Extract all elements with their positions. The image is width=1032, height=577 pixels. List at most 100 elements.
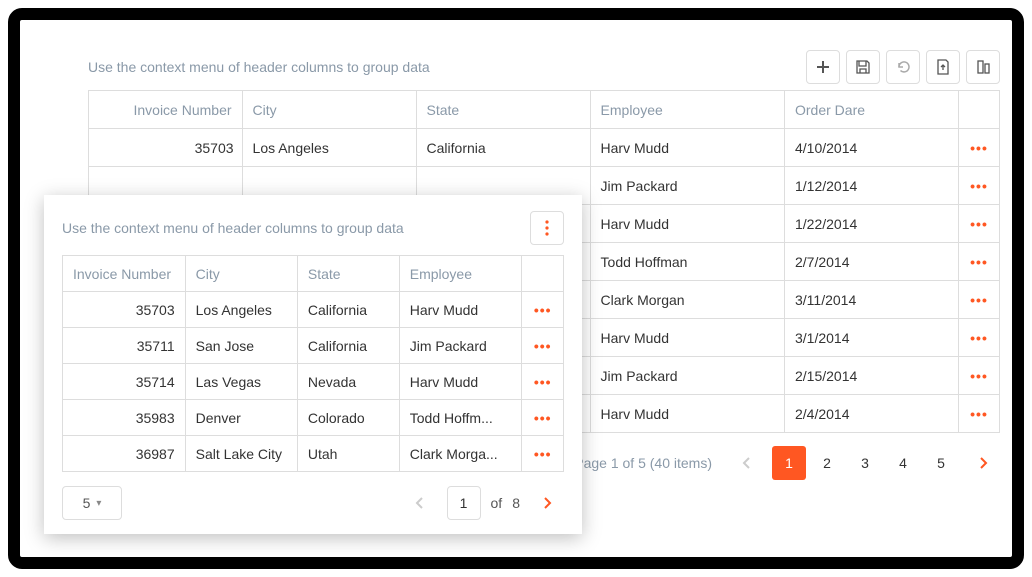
cell-invoice: 35983: [63, 400, 186, 436]
back-toolbar: [806, 50, 1000, 84]
cell-date: 2/15/2014: [785, 357, 959, 395]
cell-invoice: 36987: [63, 436, 186, 472]
cell-city: Salt Lake City: [185, 436, 297, 472]
front-col-state[interactable]: State: [297, 256, 399, 292]
pager-page-3[interactable]: 3: [848, 446, 882, 480]
front-instruction-text: Use the context menu of header columns t…: [62, 220, 522, 236]
row-actions-button[interactable]: •••: [959, 395, 1000, 433]
kebab-icon: [545, 220, 549, 236]
cell-city: Las Vegas: [185, 364, 297, 400]
row-actions-button[interactable]: •••: [959, 357, 1000, 395]
front-pager-total: 8: [512, 495, 520, 511]
back-col-employee[interactable]: Employee: [590, 91, 784, 129]
cell-date: 2/7/2014: [785, 243, 959, 281]
column-chooser-button[interactable]: [966, 50, 1000, 84]
cell-invoice: 35703: [89, 129, 243, 167]
cell-employee: Jim Packard: [590, 167, 784, 205]
back-col-actions: [959, 91, 1000, 129]
cell-employee: Harv Mudd: [590, 129, 784, 167]
cell-city: Los Angeles: [242, 129, 416, 167]
cell-city: San Jose: [185, 328, 297, 364]
back-col-invoice[interactable]: Invoice Number: [89, 91, 243, 129]
cell-date: 4/10/2014: [785, 129, 959, 167]
column-chooser-icon: [975, 59, 991, 75]
cell-date: 1/12/2014: [785, 167, 959, 205]
row-actions-button[interactable]: •••: [959, 319, 1000, 357]
caret-down-icon: ▾: [96, 498, 101, 509]
row-actions-button[interactable]: •••: [959, 129, 1000, 167]
pager-page-5[interactable]: 5: [924, 446, 958, 480]
row-actions-button[interactable]: •••: [522, 364, 564, 400]
pager-page-1[interactable]: 1: [772, 446, 806, 480]
table-row[interactable]: 35711San JoseCaliforniaJim Packard•••: [63, 328, 564, 364]
cell-employee: Todd Hoffm...: [399, 400, 522, 436]
front-pager-prev[interactable]: [403, 486, 437, 520]
front-col-employee[interactable]: Employee: [399, 256, 522, 292]
cell-employee: Jim Packard: [399, 328, 522, 364]
row-actions-button[interactable]: •••: [959, 243, 1000, 281]
front-grid: Use the context menu of header columns t…: [44, 195, 582, 534]
cell-invoice: 35703: [63, 292, 186, 328]
back-col-date[interactable]: Order Dare: [785, 91, 959, 129]
overflow-menu-button[interactable]: [530, 211, 564, 245]
cell-state: California: [297, 328, 399, 364]
front-col-city[interactable]: City: [185, 256, 297, 292]
table-row[interactable]: 35714Las VegasNevadaHarv Mudd•••: [63, 364, 564, 400]
cell-state: California: [297, 292, 399, 328]
row-actions-button[interactable]: •••: [959, 205, 1000, 243]
cell-date: 3/1/2014: [785, 319, 959, 357]
front-page-input[interactable]: 1: [447, 486, 481, 520]
table-row[interactable]: 36987Salt Lake CityUtahClark Morga...•••: [63, 436, 564, 472]
cell-employee: Harv Mudd: [590, 205, 784, 243]
row-actions-button[interactable]: •••: [959, 281, 1000, 319]
cell-state: Colorado: [297, 400, 399, 436]
cell-employee: Harv Mudd: [399, 292, 522, 328]
front-pager-next[interactable]: [530, 486, 564, 520]
table-row[interactable]: 35703Los AngelesCaliforniaHarv Mudd•••: [63, 292, 564, 328]
instruction-text: Use the context menu of header columns t…: [88, 59, 798, 75]
cell-date: 1/22/2014: [785, 205, 959, 243]
chevron-left-icon: [741, 456, 753, 470]
row-actions-button[interactable]: •••: [959, 167, 1000, 205]
back-col-city[interactable]: City: [242, 91, 416, 129]
pager-page-2[interactable]: 2: [810, 446, 844, 480]
cell-employee: Todd Hoffman: [590, 243, 784, 281]
row-actions-button[interactable]: •••: [522, 292, 564, 328]
pager-page-4[interactable]: 4: [886, 446, 920, 480]
row-actions-button[interactable]: •••: [522, 436, 564, 472]
back-pager-prev[interactable]: [730, 446, 764, 480]
save-button[interactable]: [846, 50, 880, 84]
table-row[interactable]: 35983DenverColoradoTodd Hoffm...•••: [63, 400, 564, 436]
front-pager-of: of: [491, 495, 503, 511]
undo-icon: [895, 59, 911, 75]
back-pager-next[interactable]: [966, 446, 1000, 480]
export-file-icon: [935, 59, 951, 75]
back-col-state[interactable]: State: [416, 91, 590, 129]
plus-icon: [815, 59, 831, 75]
front-col-invoice[interactable]: Invoice Number: [63, 256, 186, 292]
back-pager-summary: Page 1 of 5 (40 items): [574, 455, 712, 471]
cell-date: 3/11/2014: [785, 281, 959, 319]
row-actions-button[interactable]: •••: [522, 400, 564, 436]
table-row[interactable]: 35703Los AngelesCaliforniaHarv Mudd4/10/…: [89, 129, 1000, 167]
cell-invoice: 35711: [63, 328, 186, 364]
cell-employee: Harv Mudd: [590, 319, 784, 357]
cell-employee: Harv Mudd: [590, 395, 784, 433]
front-col-actions: [522, 256, 564, 292]
export-button[interactable]: [926, 50, 960, 84]
cell-date: 2/4/2014: [785, 395, 959, 433]
add-button[interactable]: [806, 50, 840, 84]
cell-state: Utah: [297, 436, 399, 472]
chevron-right-icon: [977, 456, 989, 470]
cell-employee: Harv Mudd: [399, 364, 522, 400]
save-icon: [855, 59, 871, 75]
cell-invoice: 35714: [63, 364, 186, 400]
front-table: Invoice Number City State Employee 35703…: [62, 255, 564, 472]
page-size-value: 5: [83, 495, 91, 511]
page-size-select[interactable]: 5 ▾: [62, 486, 122, 520]
row-actions-button[interactable]: •••: [522, 328, 564, 364]
cell-state: California: [416, 129, 590, 167]
cell-employee: Clark Morgan: [590, 281, 784, 319]
revert-button[interactable]: [886, 50, 920, 84]
chevron-right-icon: [541, 496, 553, 510]
